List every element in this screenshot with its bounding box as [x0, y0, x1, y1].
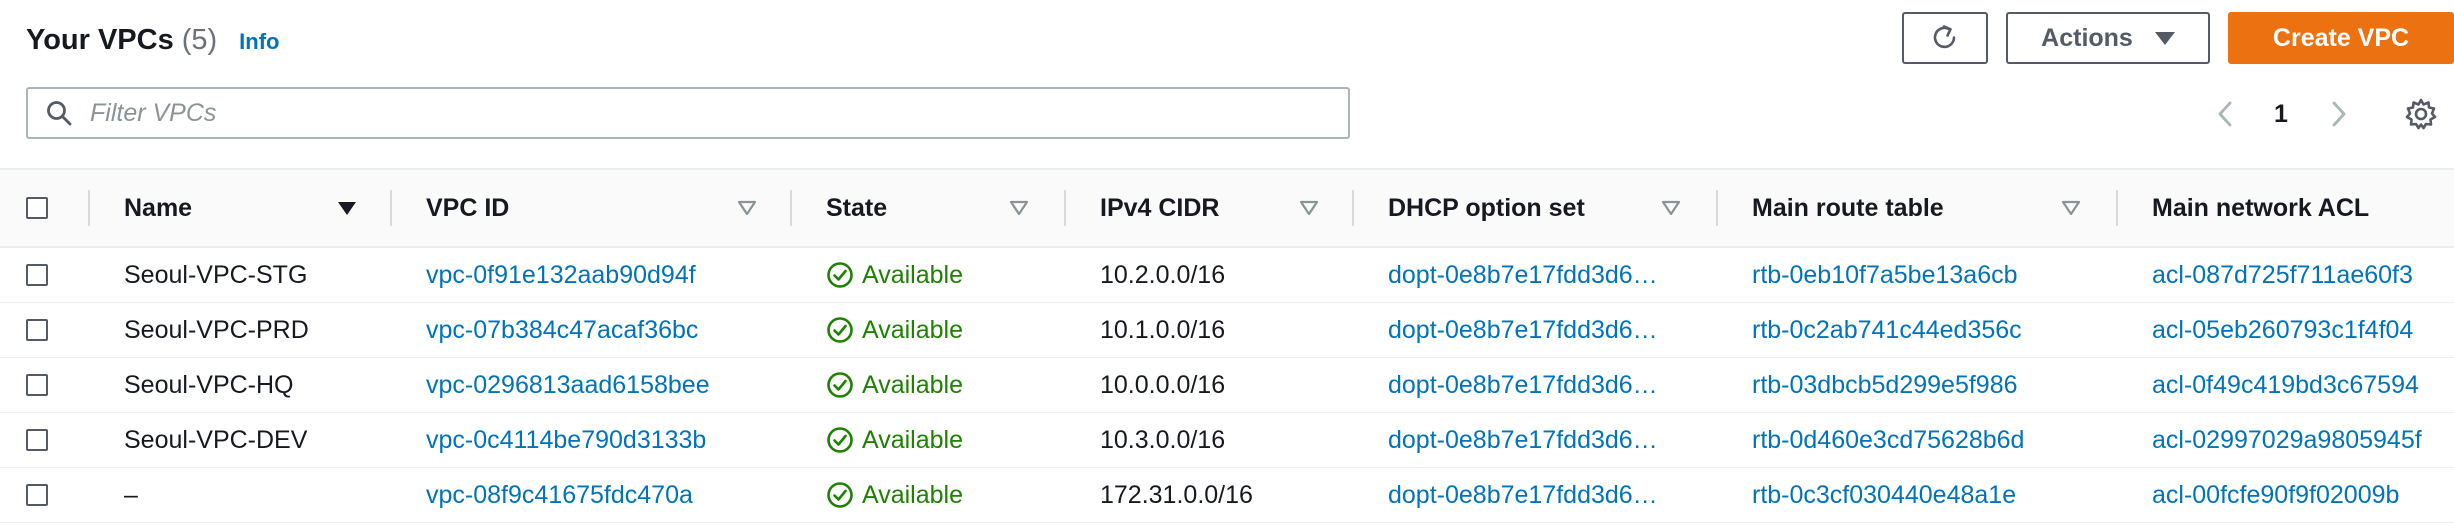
sort-icon[interactable] — [2060, 197, 2082, 219]
state-label: Available — [862, 370, 964, 399]
actions-dropdown-button[interactable]: Actions — [2006, 12, 2210, 64]
column-divider — [790, 190, 792, 226]
status-available-icon — [827, 427, 853, 453]
state-cell: Available — [826, 413, 963, 467]
vpc-count: (5) — [181, 23, 218, 56]
main-route-table-link[interactable]: rtb-0c2ab741c44ed356c — [1752, 303, 2022, 357]
state-label: Available — [862, 315, 964, 344]
state-cell: Available — [826, 468, 963, 522]
page-header: Your VPCs (5) Info — [26, 20, 280, 60]
row-select-checkbox[interactable] — [26, 484, 48, 506]
dhcp-option-set-link[interactable]: dopt-0e8b7e17fdd3d6… — [1388, 468, 1658, 522]
actions-label: Actions — [2041, 23, 2133, 52]
row-select-checkbox[interactable] — [26, 319, 48, 341]
chevron-left-icon — [2218, 101, 2232, 127]
vpc-id-link[interactable]: vpc-0c4114be790d3133b — [426, 413, 706, 467]
state-cell: Available — [826, 248, 963, 302]
dhcp-option-set-link[interactable]: dopt-0e8b7e17fdd3d6… — [1388, 413, 1658, 467]
main-network-acl-link[interactable]: acl-02997029a9805945f — [2152, 413, 2422, 467]
vpc-name: Seoul-VPC-STG — [124, 260, 308, 289]
main-route-table-link[interactable]: rtb-0d460e3cd75628b6d — [1752, 413, 2024, 467]
main-route-table-link[interactable]: rtb-0c3cf030440e48a1e — [1752, 468, 2016, 522]
status-available-icon — [827, 262, 853, 288]
dhcp-option-set-link[interactable]: dopt-0e8b7e17fdd3d6… — [1388, 303, 1658, 357]
sort-icon[interactable] — [1298, 197, 1320, 219]
vpc-id-link[interactable]: vpc-0f91e132aab90d94f — [426, 248, 696, 302]
state-label: Available — [862, 480, 964, 509]
main-route-table-link[interactable]: rtb-0eb10f7a5be13a6cb — [1752, 248, 2018, 302]
state-cell: Available — [826, 358, 963, 412]
vpc-name: Seoul-VPC-DEV — [124, 425, 308, 454]
gear-icon[interactable] — [2404, 97, 2438, 131]
table-row[interactable]: Seoul-VPC-PRD vpc-07b384c47acaf36bc Avai… — [0, 303, 2454, 358]
next-page-button[interactable] — [2326, 92, 2350, 136]
sort-descending-icon[interactable] — [336, 197, 358, 219]
main-route-table-link[interactable]: rtb-03dbcb5d299e5f986 — [1752, 358, 2018, 412]
status-available-icon — [827, 482, 853, 508]
vpc-table: Name VPC ID State IPv4 CIDR DHCP option … — [0, 168, 2454, 523]
state-cell: Available — [826, 303, 963, 357]
sort-icon[interactable] — [1008, 197, 1030, 219]
column-divider — [88, 190, 90, 226]
column-divider — [390, 190, 392, 226]
info-link[interactable]: Info — [239, 29, 279, 55]
row-select-checkbox[interactable] — [26, 429, 48, 451]
table-row[interactable]: – vpc-08f9c41675fdc470a Available 172.31… — [0, 468, 2454, 523]
table-row[interactable]: Seoul-VPC-STG vpc-0f91e132aab90d94f Avai… — [0, 248, 2454, 303]
ipv4-cidr: 172.31.0.0/16 — [1100, 480, 1253, 509]
column-header-main-network-acl[interactable]: Main network ACL — [2152, 170, 2369, 246]
sort-icon[interactable] — [1660, 197, 1682, 219]
state-label: Available — [862, 260, 964, 289]
main-network-acl-link[interactable]: acl-00fcfe90f9f02009b — [2152, 468, 2399, 522]
select-all-checkbox[interactable] — [26, 197, 48, 219]
dhcp-option-set-link[interactable]: dopt-0e8b7e17fdd3d6… — [1388, 248, 1658, 302]
vpc-id-link[interactable]: vpc-07b384c47acaf36bc — [426, 303, 698, 357]
ipv4-cidr: 10.3.0.0/16 — [1100, 425, 1226, 454]
search-icon — [47, 101, 72, 126]
refresh-button[interactable] — [1902, 12, 1988, 64]
main-network-acl-link[interactable]: acl-0f49c419bd3c67594 — [2152, 358, 2419, 412]
current-page-number[interactable]: 1 — [2274, 92, 2288, 136]
filter-box — [26, 87, 1350, 139]
status-available-icon — [827, 317, 853, 343]
column-header-dhcp-option-set[interactable]: DHCP option set — [1388, 170, 1585, 246]
vpc-name: Seoul-VPC-HQ — [124, 370, 294, 399]
column-header-name[interactable]: Name — [124, 170, 192, 246]
column-divider — [1352, 190, 1354, 226]
dhcp-option-set-link[interactable]: dopt-0e8b7e17fdd3d6… — [1388, 358, 1658, 412]
vpc-id-link[interactable]: vpc-08f9c41675fdc470a — [426, 468, 693, 522]
state-label: Available — [862, 425, 964, 454]
column-header-state[interactable]: State — [826, 170, 887, 246]
vpc-name: Seoul-VPC-PRD — [124, 315, 309, 344]
chevron-right-icon — [2332, 101, 2346, 127]
sort-icon[interactable] — [736, 197, 758, 219]
table-row[interactable]: Seoul-VPC-HQ vpc-0296813aad6158bee Avail… — [0, 358, 2454, 413]
vpc-name: – — [124, 480, 138, 509]
page-title: Your VPCs — [26, 23, 174, 56]
refresh-icon — [1933, 25, 1956, 49]
filter-vpcs-input[interactable] — [88, 97, 1292, 129]
column-divider — [1716, 190, 1718, 226]
vpc-id-link[interactable]: vpc-0296813aad6158bee — [426, 358, 710, 412]
create-vpc-label: Create VPC — [2272, 23, 2410, 52]
previous-page-button[interactable] — [2214, 92, 2238, 136]
column-header-main-route-table[interactable]: Main route table — [1752, 170, 1944, 246]
caret-down-icon — [2154, 31, 2175, 45]
ipv4-cidr: 10.0.0.0/16 — [1100, 370, 1226, 399]
row-select-checkbox[interactable] — [26, 264, 48, 286]
main-network-acl-link[interactable]: acl-087d725f711ae60f3 — [2152, 248, 2413, 302]
create-vpc-button[interactable]: Create VPC — [2228, 12, 2454, 64]
column-header-vpc-id[interactable]: VPC ID — [426, 170, 509, 246]
table-header: Name VPC ID State IPv4 CIDR DHCP option … — [0, 170, 2454, 248]
status-available-icon — [827, 372, 853, 398]
main-network-acl-link[interactable]: acl-05eb260793c1f4f04 — [2152, 303, 2413, 357]
column-header-ipv4-cidr[interactable]: IPv4 CIDR — [1100, 170, 1219, 246]
column-divider — [1064, 190, 1066, 226]
ipv4-cidr: 10.1.0.0/16 — [1100, 315, 1226, 344]
row-select-checkbox[interactable] — [26, 374, 48, 396]
column-divider — [2116, 190, 2118, 226]
ipv4-cidr: 10.2.0.0/16 — [1100, 260, 1226, 289]
table-row[interactable]: Seoul-VPC-DEV vpc-0c4114be790d3133b Avai… — [0, 413, 2454, 468]
